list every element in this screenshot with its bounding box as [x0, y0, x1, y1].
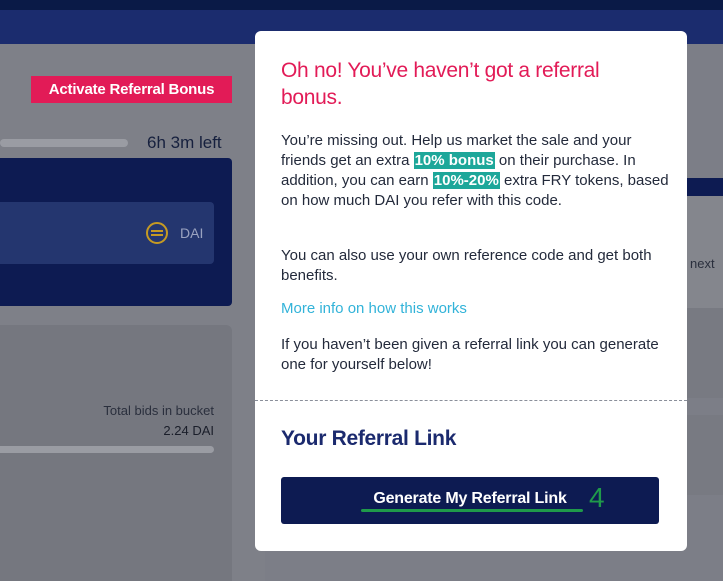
dai-icon [146, 222, 168, 244]
more-info-link[interactable]: More info on how this works [281, 300, 467, 317]
section-divider [255, 400, 687, 401]
generate-referral-link-button[interactable]: Generate My Referral Link 4 [281, 477, 659, 524]
referral-link-heading: Your Referral Link [281, 427, 457, 450]
bucket-total-value: 2.24 DAI [163, 423, 214, 438]
time-left-text: 6h 3m left [147, 133, 222, 152]
reward-highlight: 10%-20% [432, 172, 500, 189]
bonus-highlight: 10% bonus [413, 152, 495, 169]
currency-label: DAI [180, 225, 204, 241]
top-bar [0, 0, 723, 10]
right-card-header [686, 178, 723, 196]
referral-modal: Oh no! You’ve haven’t got a referral bon… [255, 31, 687, 551]
bucket-progress-bar [0, 446, 214, 453]
right-card [686, 196, 723, 308]
annotation-underline [361, 509, 583, 512]
modal-title: Oh no! You’ve haven’t got a referral bon… [281, 59, 600, 109]
right-next-text: next [690, 256, 715, 271]
bucket-card [0, 325, 232, 581]
sale-progress-bar [0, 139, 128, 147]
generate-hint-text: If you haven’t been given a referral lin… [281, 336, 659, 373]
referral-description: You’re missing out. Help us market the s… [281, 131, 671, 211]
right-card [686, 308, 723, 398]
annotation-number: 4 [589, 482, 605, 513]
right-card [686, 415, 723, 495]
activate-referral-bonus-button[interactable]: Activate Referral Bonus [31, 76, 232, 103]
own-code-text: You can also use your own reference code… [281, 247, 652, 284]
bucket-total-label: Total bids in bucket [103, 403, 214, 418]
